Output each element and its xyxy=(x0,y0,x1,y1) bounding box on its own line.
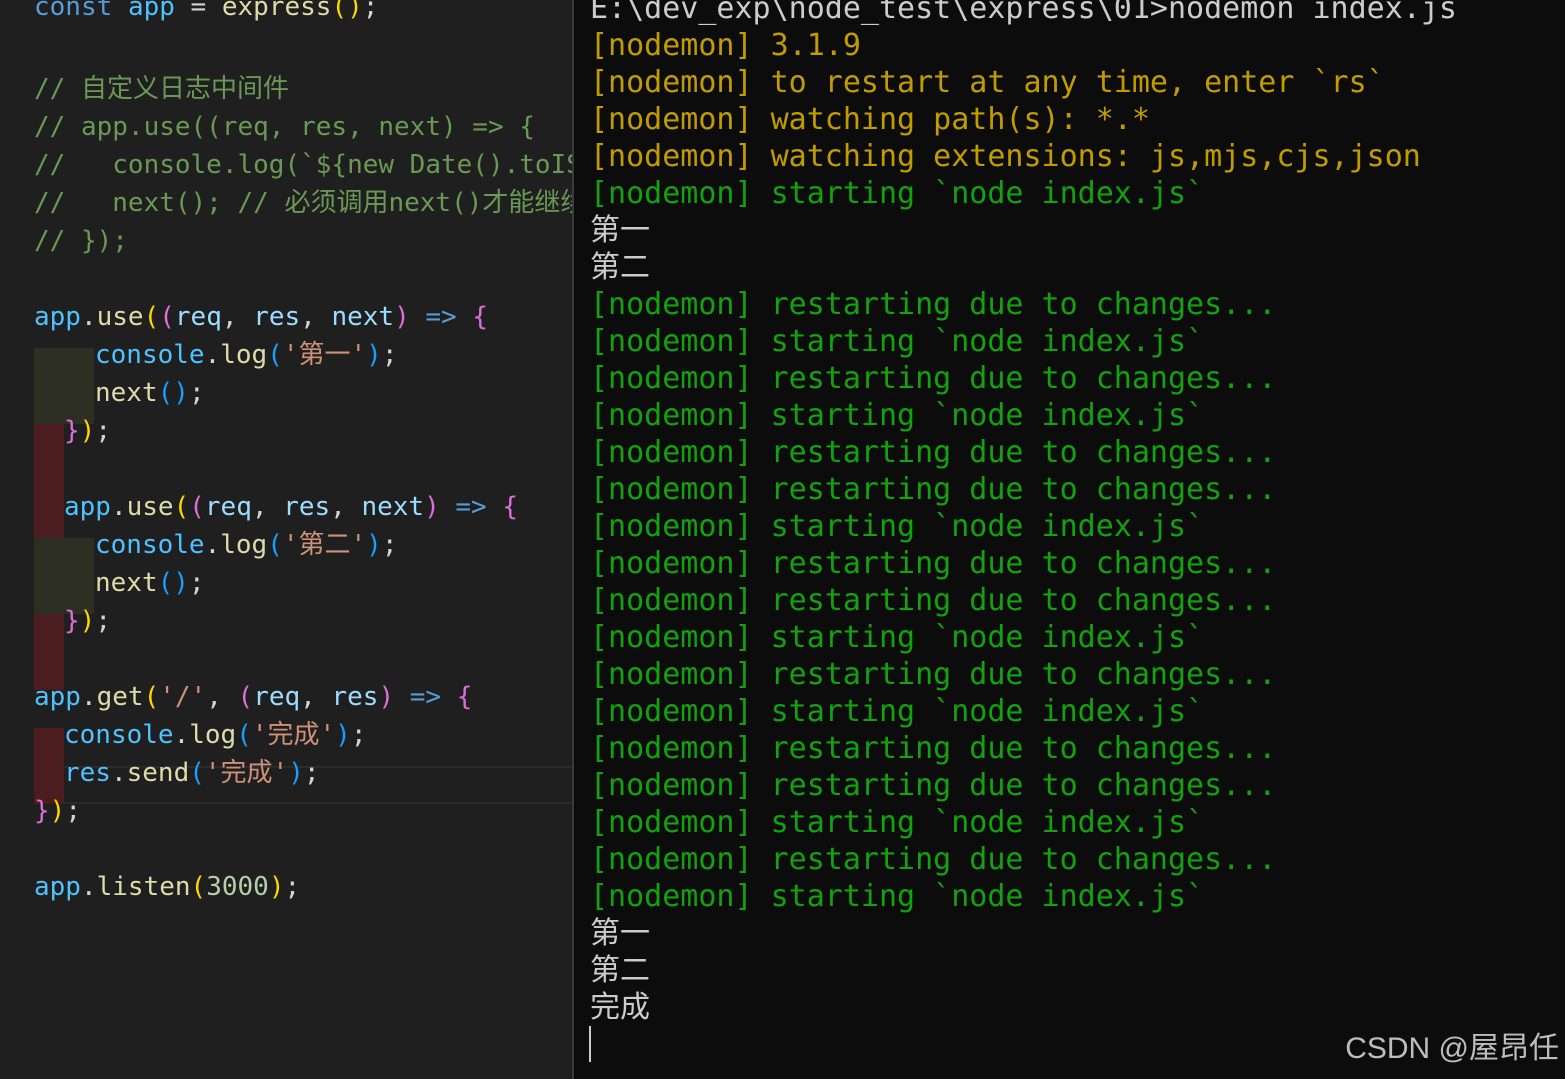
terminal-line: [nodemon] restarting due to changes... xyxy=(590,472,1277,507)
code-line-app-get: app.get('/', (req, res) => { xyxy=(34,682,473,712)
indent-guide xyxy=(34,424,64,500)
terminal-panel[interactable]: E:\dev_exp\node_test\express\01>nodemon … xyxy=(574,0,1565,1079)
terminal-line: [nodemon] restarting due to changes... xyxy=(590,583,1277,618)
terminal-line: [nodemon] watching path(s): *.* xyxy=(590,102,1150,137)
terminal-line: [nodemon] to restart at any time, enter … xyxy=(590,65,1385,100)
code-line-app-use-1: app.use((req, res, next) => { xyxy=(34,302,489,332)
terminal-line: 第一 xyxy=(590,213,650,248)
terminal-line: [nodemon] restarting due to changes... xyxy=(590,768,1277,803)
terminal-line: E:\dev_exp\node_test\express\01>nodemon … xyxy=(590,0,1457,26)
code-line-comment-close: // }); xyxy=(34,226,128,256)
code-line-console-log-3: console.log('完成'); xyxy=(64,720,367,750)
code-line-close-3: }); xyxy=(34,796,81,826)
terminal-line: [nodemon] starting `node index.js` xyxy=(590,879,1205,914)
terminal-line: 第一 xyxy=(590,916,650,951)
terminal-line: [nodemon] restarting due to changes... xyxy=(590,361,1277,396)
code-line-comment-next: // next(); // 必须调用next()才能继续 xyxy=(34,188,572,218)
terminal-line: 完成 xyxy=(590,990,650,1025)
code-line-res-send: res.send('完成'); xyxy=(64,758,320,788)
terminal-line: [nodemon] starting `node index.js` xyxy=(590,620,1205,655)
terminal-cursor xyxy=(589,1026,591,1062)
terminal-line: [nodemon] 3.1.9 xyxy=(590,28,861,63)
code-line-console-log-2: console.log('第二'); xyxy=(95,530,398,560)
terminal-line: 第二 xyxy=(590,250,650,285)
terminal-line: [nodemon] restarting due to changes... xyxy=(590,657,1277,692)
code-line-console-log-1: console.log('第一'); xyxy=(95,340,398,370)
terminal-line: [nodemon] restarting due to changes... xyxy=(590,731,1277,766)
indent-guide xyxy=(34,500,64,538)
terminal-line: [nodemon] restarting due to changes... xyxy=(590,842,1277,877)
terminal-line: [nodemon] starting `node index.js` xyxy=(590,694,1205,729)
terminal-line: [nodemon] restarting due to changes... xyxy=(590,546,1277,581)
code-line-comment-title: // 自定义日志中间件 xyxy=(34,74,289,104)
code-line-next-1: next(); xyxy=(95,378,205,408)
terminal-line: [nodemon] starting `node index.js` xyxy=(590,805,1205,840)
code-line-close-2: }); xyxy=(64,606,111,636)
code-line-line-const-app: const app = express(); xyxy=(34,0,379,22)
code-line-app-listen: app.listen(3000); xyxy=(34,872,301,902)
terminal-line: [nodemon] starting `node index.js` xyxy=(590,398,1205,433)
terminal-line: [nodemon] starting `node index.js` xyxy=(590,176,1205,211)
terminal-line: [nodemon] starting `node index.js` xyxy=(590,509,1205,544)
terminal-line: 第二 xyxy=(590,953,650,988)
terminal-line: [nodemon] restarting due to changes... xyxy=(590,287,1277,322)
code-line-app-use-2: app.use((req, res, next) => { xyxy=(64,492,519,522)
code-line-next-2: next(); xyxy=(95,568,205,598)
watermark: CSDN @屋昂任 xyxy=(1345,1032,1559,1065)
terminal-line: [nodemon] watching extensions: js,mjs,cj… xyxy=(590,139,1421,174)
code-line-comment-console-log: // console.log(`${new Date().toIS xyxy=(34,150,572,180)
code-editor[interactable]: const app = express(); // 自定义日志中间件 // app.… xyxy=(0,0,572,1079)
terminal-line: [nodemon] starting `node index.js` xyxy=(590,324,1205,359)
code-line-close-1: }); xyxy=(64,416,111,446)
code-line-comment-app-use: // app.use((req, res, next) => { xyxy=(34,112,535,142)
terminal-line: [nodemon] restarting due to changes... xyxy=(590,435,1277,470)
